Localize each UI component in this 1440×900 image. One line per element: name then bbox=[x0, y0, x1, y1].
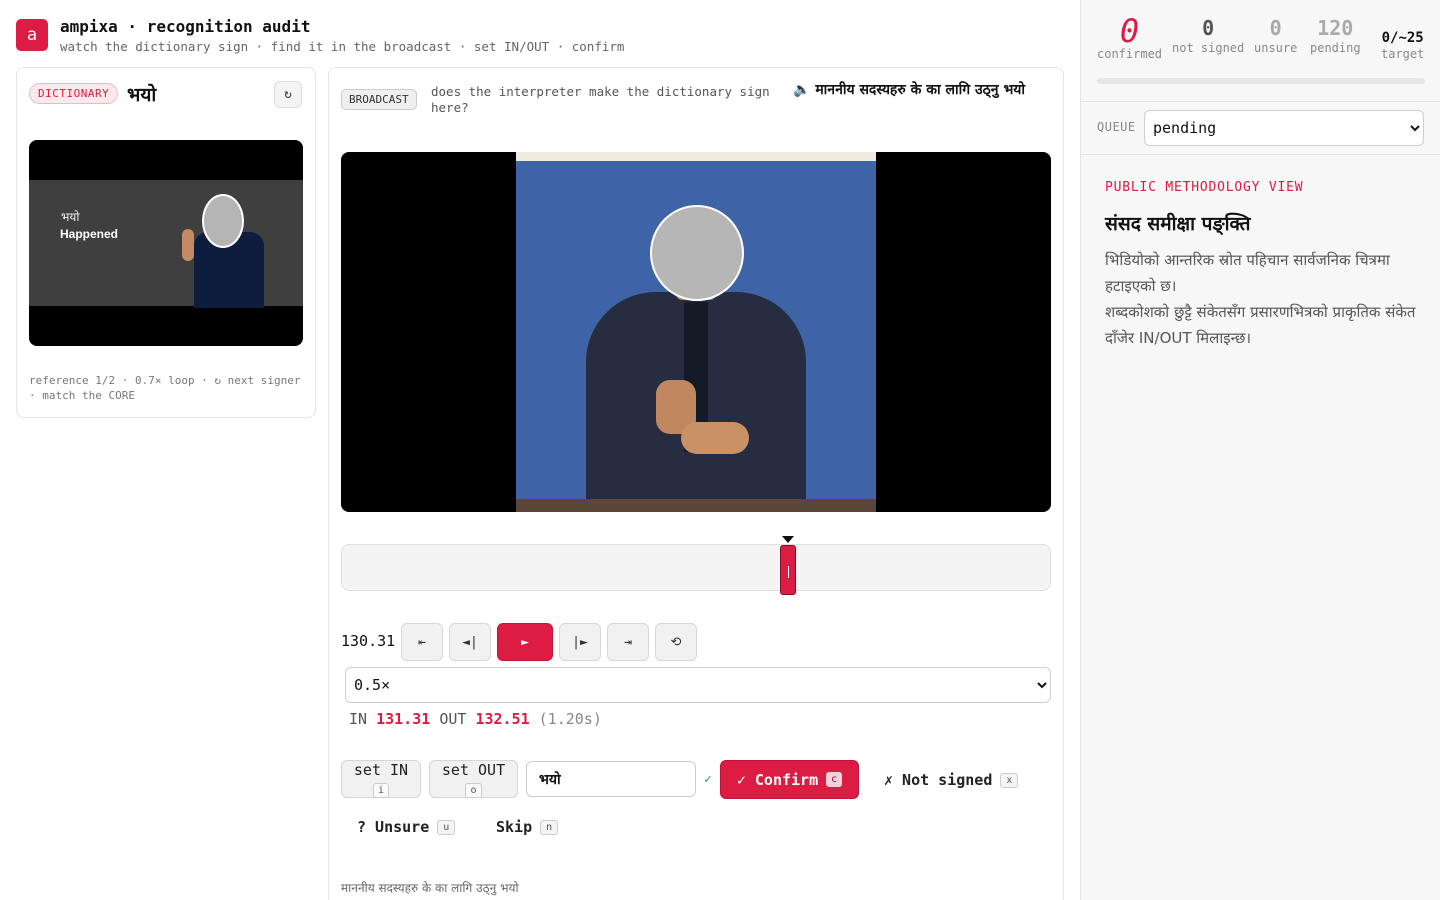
app-title: ampixa · recognition audit bbox=[60, 17, 311, 36]
play-button[interactable]: ► bbox=[497, 623, 553, 661]
gloss-input[interactable] bbox=[526, 761, 696, 797]
jump-start-button[interactable]: ⇤ bbox=[401, 623, 443, 661]
confirm-button[interactable]: ✓ Confirm c bbox=[720, 760, 859, 799]
stat-unsure-value: 0 bbox=[1269, 16, 1282, 40]
refresh-icon: ↻ bbox=[284, 87, 292, 102]
methodology-title: संसद समीक्षा पङ्क्ति bbox=[1105, 213, 1251, 235]
jump-end-button[interactable]: ⇥ bbox=[607, 623, 649, 661]
stage-floor bbox=[516, 499, 876, 512]
next-frame-button[interactable]: |► bbox=[559, 623, 601, 661]
face-blur bbox=[650, 205, 744, 301]
current-time: 130.31 bbox=[341, 632, 396, 650]
next-frame-icon: |► bbox=[572, 634, 588, 650]
divider bbox=[1081, 101, 1440, 102]
confirm-key: c bbox=[826, 772, 843, 787]
broadcast-panel: BROADCAST does the interpreter make the … bbox=[328, 67, 1064, 900]
skip-button[interactable]: Skip n bbox=[496, 818, 559, 836]
unsure-label: ? Unsure bbox=[357, 818, 430, 836]
dictionary-video-caption-np: भयो bbox=[61, 210, 80, 224]
set-in-key: i bbox=[372, 783, 390, 798]
progress-bar bbox=[1097, 78, 1425, 84]
set-in-button[interactable]: set IN i bbox=[341, 760, 421, 798]
methodology-line-2: शब्दकोशको छुट्टै संकेतसँग प्रसारणभित्रको… bbox=[1105, 303, 1416, 347]
broadcast-question: does the interpreter make the dictionary… bbox=[431, 84, 770, 115]
loop-icon: ⟲ bbox=[670, 634, 682, 650]
stage-ceiling bbox=[516, 152, 876, 161]
stat-pending-label: pending bbox=[1310, 41, 1361, 55]
loop-button[interactable]: ⟲ bbox=[655, 623, 697, 661]
stat-unsure: 0 unsure bbox=[1254, 16, 1297, 55]
in-label: IN bbox=[349, 710, 368, 728]
prev-frame-button[interactable]: ◄| bbox=[449, 623, 491, 661]
app-subtitle: watch the dictionary sign · find it in t… bbox=[60, 39, 625, 54]
unsure-button[interactable]: ? Unsure u bbox=[357, 818, 456, 836]
speaker-icon[interactable]: 🔈 bbox=[793, 82, 810, 98]
set-out-key: o bbox=[465, 783, 482, 798]
methodology-body: भिडियोको आन्तरिक स्रोत पहिचान सार्वजनिक … bbox=[1105, 247, 1425, 351]
stat-confirmed-label: confirmed bbox=[1097, 47, 1163, 61]
confirm-label: ✓ Confirm bbox=[736, 770, 819, 789]
stat-confirmed: 0 confirmed bbox=[1097, 12, 1163, 61]
dictionary-video-frame: भयो Happened bbox=[29, 180, 303, 308]
methodology-line-1: भिडियोको आन्तरिक स्रोत पहिचान सार्वजनिक … bbox=[1105, 251, 1390, 295]
dictionary-video[interactable]: भयो Happened bbox=[29, 140, 303, 346]
dictionary-word: भयो bbox=[127, 84, 157, 106]
timeline-track[interactable] bbox=[341, 544, 1051, 595]
skip-label: Skip bbox=[496, 818, 533, 836]
right-sidebar: 0 confirmed 0 not signed 0 unsure 120 pe… bbox=[1080, 0, 1440, 900]
skip-key: n bbox=[540, 819, 559, 835]
stat-target: 0/~25 target bbox=[1381, 16, 1424, 61]
signer-hand bbox=[182, 229, 194, 261]
queue-select[interactable]: pending bbox=[1144, 110, 1424, 146]
unsure-key: u bbox=[437, 819, 456, 835]
broadcast-video-frame bbox=[516, 152, 876, 512]
methodology-label: PUBLIC METHODOLOGY VIEW bbox=[1105, 180, 1304, 195]
set-out-label: set OUT bbox=[441, 761, 506, 779]
not-signed-key: x bbox=[1000, 772, 1019, 788]
play-icon: ► bbox=[521, 634, 529, 650]
playhead-icon[interactable] bbox=[782, 536, 794, 543]
stat-pending-value: 120 bbox=[1317, 16, 1354, 40]
playback-speed-select[interactable]: 0.5× bbox=[345, 667, 1051, 703]
jump-start-icon: ⇤ bbox=[418, 634, 426, 650]
set-in-label: set IN bbox=[353, 761, 409, 779]
dictionary-tag: DICTIONARY bbox=[29, 83, 119, 104]
interpreter-hand-right bbox=[681, 422, 749, 454]
dictionary-footer: reference 1/2 · 0.7× loop · ↻ next signe… bbox=[29, 374, 301, 402]
dictionary-panel: DICTIONARY भयो ↻ भयो Happened reference … bbox=[16, 67, 316, 418]
stat-unsure-label: unsure bbox=[1254, 41, 1298, 55]
stat-not-signed-label: not signed bbox=[1172, 41, 1245, 55]
stat-confirmed-value: 0 bbox=[1119, 12, 1140, 50]
stat-target-label: target bbox=[1381, 47, 1425, 61]
not-signed-button[interactable]: ✗ Not signed x bbox=[884, 771, 1019, 789]
dictionary-video-caption-en: Happened bbox=[60, 227, 119, 241]
prev-frame-icon: ◄| bbox=[462, 634, 478, 650]
audio-transcript: 🔈 माननीय सदस्यहरु के का लागि उठ्नु भयो bbox=[793, 80, 1043, 100]
not-signed-label: ✗ Not signed bbox=[884, 771, 993, 789]
out-value: 132.51 bbox=[475, 710, 530, 728]
in-out-readout: IN 131.31 OUT 132.51 (1.20s) bbox=[349, 710, 602, 728]
face-blur bbox=[202, 194, 244, 248]
broadcast-tag: BROADCAST bbox=[341, 89, 417, 110]
stat-not-signed-value: 0 bbox=[1202, 16, 1215, 40]
out-label: OUT bbox=[439, 710, 467, 728]
gloss-valid-icon: ✓ bbox=[704, 772, 712, 787]
jump-end-icon: ⇥ bbox=[624, 634, 632, 650]
broadcast-video[interactable] bbox=[341, 152, 1051, 512]
set-out-button[interactable]: set OUT o bbox=[429, 760, 518, 798]
stat-pending: 120 pending bbox=[1310, 16, 1361, 55]
stat-not-signed: 0 not signed bbox=[1172, 16, 1244, 55]
in-out-range-handle[interactable] bbox=[780, 545, 796, 595]
broadcast-footer: माननीय सदस्यहरु के का लागि उठ्नु भयो bbox=[341, 881, 519, 895]
divider bbox=[1081, 154, 1440, 155]
audio-transcript-text: माननीय सदस्यहरु के का लागि उठ्नु भयो bbox=[815, 82, 1026, 98]
queue-label: QUEUE bbox=[1097, 120, 1136, 134]
app-logo: a bbox=[16, 19, 48, 51]
duration-value: (1.20s) bbox=[538, 710, 602, 728]
in-value: 131.31 bbox=[376, 710, 431, 728]
stat-target-value: 0/~25 bbox=[1381, 30, 1424, 46]
next-signer-button[interactable]: ↻ bbox=[274, 81, 302, 108]
